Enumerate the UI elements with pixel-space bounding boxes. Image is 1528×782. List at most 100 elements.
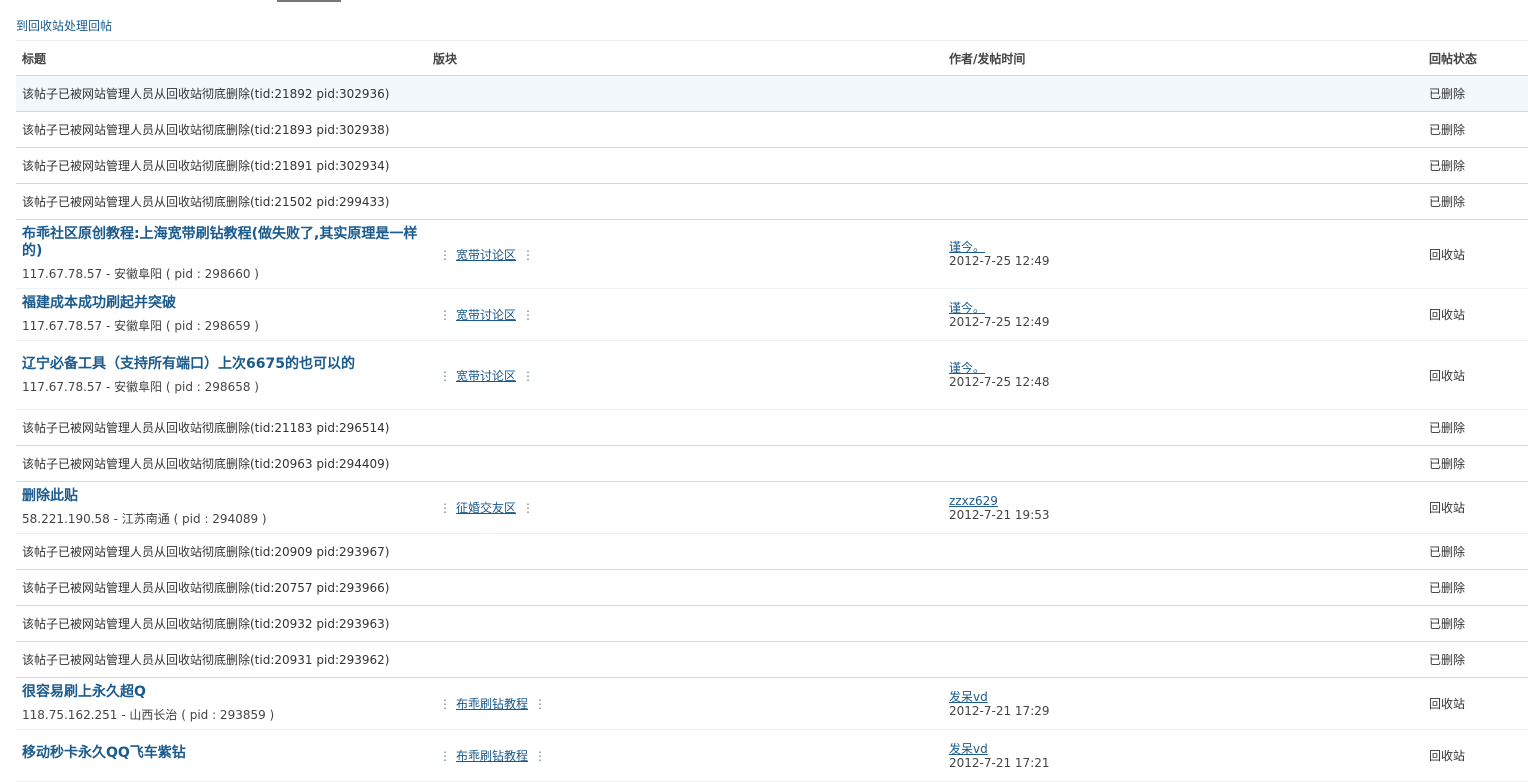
title-cell: 移动秒卡永久QQ飞车紫钻	[16, 729, 427, 782]
forum-link[interactable]: 征婚交友区	[456, 501, 516, 515]
post-title-link[interactable]: 删除此贴	[22, 488, 421, 505]
table-row-post: 福建成本成功刷起并突破 117.67.78.57 - 安徽阜阳 ( pid : 2…	[16, 288, 1528, 341]
table-row-deleted: 该帖子已被网站管理人员从回收站彻底删除(tid:20932 pid:293963…	[16, 605, 1528, 642]
reply-status: 已删除	[1423, 183, 1528, 220]
forum-cell: ⋮ 宽带讨论区 ⋮	[427, 340, 943, 410]
post-time: 2012-7-21 17:29	[949, 703, 1050, 718]
post-time: 2012-7-25 12:49	[949, 254, 1050, 268]
reply-status: 已删除	[1423, 111, 1528, 148]
table-row-deleted: 该帖子已被网站管理人员从回收站彻底删除(tid:21892 pid:302936…	[16, 75, 1528, 112]
forum-cell	[427, 183, 943, 220]
separator-dots: ⋮	[439, 368, 451, 383]
forum-cell: ⋮ 布乖刷钻教程 ⋮	[427, 677, 943, 730]
table-row-post: 布乖社区原创教程:上海宽带刷钻教程(做失败了,其实原理是一样的) 117.67.7…	[16, 219, 1528, 289]
reply-status: 已删除	[1423, 147, 1528, 184]
forum-cell: ⋮ 征婚交友区 ⋮	[427, 481, 943, 534]
author-time-cell	[943, 409, 1423, 446]
separator-dots: ⋮	[534, 749, 546, 763]
author-time-cell	[943, 183, 1423, 220]
post-title-link[interactable]: 福建成本成功刷起并突破	[22, 295, 421, 312]
separator-dots: ⋮	[439, 749, 451, 763]
reply-status: 回收站	[1423, 729, 1528, 782]
post-ip-location: 58.221.190.58 - 江苏南通 ( pid : 294089 )	[22, 512, 267, 526]
deleted-post-notice: 该帖子已被网站管理人员从回收站彻底删除(tid:20963 pid:294409…	[16, 445, 427, 482]
post-title-link[interactable]: 移动秒卡永久QQ飞车紫钻	[22, 745, 421, 762]
table-row-deleted: 该帖子已被网站管理人员从回收站彻底删除(tid:20963 pid:294409…	[16, 445, 1528, 482]
author-time-cell: 谨今。 2012-7-25 12:48	[943, 340, 1423, 410]
author-time-cell	[943, 75, 1423, 112]
author-time-cell	[943, 147, 1423, 184]
table-row-post: 删除此贴 58.221.190.58 - 江苏南通 ( pid : 294089 …	[16, 481, 1528, 534]
deleted-post-notice: 该帖子已被网站管理人员从回收站彻底删除(tid:21891 pid:302934…	[16, 147, 427, 184]
deleted-post-notice: 该帖子已被网站管理人员从回收站彻底删除(tid:21892 pid:302936…	[16, 75, 427, 112]
title-cell: 辽宁必备工具（支持所有端口）上次6675的也可以的 117.67.78.57 - …	[16, 340, 427, 410]
top-tab-indicator	[277, 0, 341, 2]
author-link[interactable]: 谨今。	[949, 361, 1417, 375]
forum-link[interactable]: 宽带讨论区	[456, 308, 516, 322]
title-cell: 布乖社区原创教程:上海宽带刷钻教程(做失败了,其实原理是一样的) 117.67.7…	[16, 219, 427, 289]
table-row-deleted: 该帖子已被网站管理人员从回收站彻底删除(tid:21502 pid:299433…	[16, 183, 1528, 220]
table-row-post: 辽宁必备工具（支持所有端口）上次6675的也可以的 117.67.78.57 - …	[16, 340, 1528, 410]
author-time-cell: 谨今。 2012-7-25 12:49	[943, 219, 1423, 289]
separator-dots: ⋮	[439, 308, 451, 322]
table-row-deleted: 该帖子已被网站管理人员从回收站彻底删除(tid:20909 pid:293967…	[16, 533, 1528, 570]
column-header-author-time: 作者/发帖时间	[943, 41, 1423, 76]
column-header-title: 标题	[16, 41, 427, 76]
post-time: 2012-7-21 17:21	[949, 755, 1050, 770]
reply-status: 回收站	[1423, 288, 1528, 341]
author-time-cell: 谨今。 2012-7-25 12:49	[943, 288, 1423, 341]
recycle-posts-table: 标题 版块 作者/发帖时间 回帖状态 该帖子已被网站管理人员从回收站彻底删除(t…	[16, 41, 1528, 782]
deleted-post-notice: 该帖子已被网站管理人员从回收站彻底删除(tid:21183 pid:296514…	[16, 409, 427, 446]
table-row-deleted: 该帖子已被网站管理人员从回收站彻底删除(tid:21891 pid:302934…	[16, 147, 1528, 184]
author-time-cell	[943, 533, 1423, 570]
recycle-bin-replies-link[interactable]: 到回收站处理回帖	[16, 17, 112, 34]
author-time-cell	[943, 641, 1423, 678]
forum-link[interactable]: 宽带讨论区	[456, 369, 516, 383]
separator-dots: ⋮	[439, 247, 451, 262]
title-cell: 删除此贴 58.221.190.58 - 江苏南通 ( pid : 294089 …	[16, 481, 427, 534]
author-link[interactable]: zzxz629	[949, 494, 1417, 508]
deleted-post-notice: 该帖子已被网站管理人员从回收站彻底删除(tid:20931 pid:293962…	[16, 641, 427, 678]
author-link[interactable]: 发呆vd	[949, 690, 1417, 704]
author-time-cell	[943, 569, 1423, 606]
reply-status: 已删除	[1423, 445, 1528, 482]
deleted-post-notice: 该帖子已被网站管理人员从回收站彻底删除(tid:21502 pid:299433…	[16, 183, 427, 220]
post-title-link[interactable]: 辽宁必备工具（支持所有端口）上次6675的也可以的	[22, 356, 421, 373]
post-title-link[interactable]: 很容易刷上永久超Q	[22, 684, 421, 701]
separator-dots: ⋮	[439, 697, 451, 711]
forum-link[interactable]: 布乖刷钻教程	[456, 697, 528, 711]
separator-dots: ⋮	[522, 368, 534, 383]
post-time: 2012-7-21 19:53	[949, 507, 1050, 522]
forum-link[interactable]: 布乖刷钻教程	[456, 749, 528, 763]
author-time-cell	[943, 605, 1423, 642]
forum-cell	[427, 569, 943, 606]
reply-status: 回收站	[1423, 481, 1528, 534]
forum-cell	[427, 445, 943, 482]
author-link[interactable]: 谨今。	[949, 301, 1417, 315]
forum-link[interactable]: 宽带讨论区	[456, 248, 516, 262]
post-ip-location: 117.67.78.57 - 安徽阜阳 ( pid : 298659 )	[22, 319, 259, 333]
post-time: 2012-7-25 12:48	[949, 375, 1050, 389]
title-cell: 福建成本成功刷起并突破 117.67.78.57 - 安徽阜阳 ( pid : 2…	[16, 288, 427, 341]
table-row-deleted: 该帖子已被网站管理人员从回收站彻底删除(tid:20757 pid:293966…	[16, 569, 1528, 606]
reply-status: 回收站	[1423, 677, 1528, 730]
forum-cell: ⋮ 宽带讨论区 ⋮	[427, 288, 943, 341]
forum-cell	[427, 147, 943, 184]
post-ip-location: 118.75.162.251 - 山西长治 ( pid : 293859 )	[22, 708, 275, 722]
column-header-forum: 版块	[427, 41, 943, 76]
post-ip-location: 117.67.78.57 - 安徽阜阳 ( pid : 298658 )	[22, 379, 259, 394]
forum-cell	[427, 533, 943, 570]
table-row-post: 移动秒卡永久QQ飞车紫钻 ⋮ 布乖刷钻教程 ⋮ 发呆vd 2012-7-21 17:21 回…	[16, 729, 1528, 782]
column-header-status: 回帖状态	[1423, 41, 1528, 76]
deleted-post-notice: 该帖子已被网站管理人员从回收站彻底删除(tid:20909 pid:293967…	[16, 533, 427, 570]
post-title-link[interactable]: 布乖社区原创教程:上海宽带刷钻教程(做失败了,其实原理是一样的)	[22, 226, 421, 260]
separator-dots: ⋮	[522, 308, 534, 322]
author-link[interactable]: 谨今。	[949, 240, 1417, 254]
table-row-post: 很容易刷上永久超Q 118.75.162.251 - 山西长治 ( pid : 2…	[16, 677, 1528, 730]
author-link[interactable]: 发呆vd	[949, 742, 1417, 756]
reply-status: 已删除	[1423, 75, 1528, 112]
deleted-post-notice: 该帖子已被网站管理人员从回收站彻底删除(tid:20932 pid:293963…	[16, 605, 427, 642]
forum-cell	[427, 409, 943, 446]
reply-status: 已删除	[1423, 605, 1528, 642]
post-time: 2012-7-25 12:49	[949, 314, 1050, 329]
